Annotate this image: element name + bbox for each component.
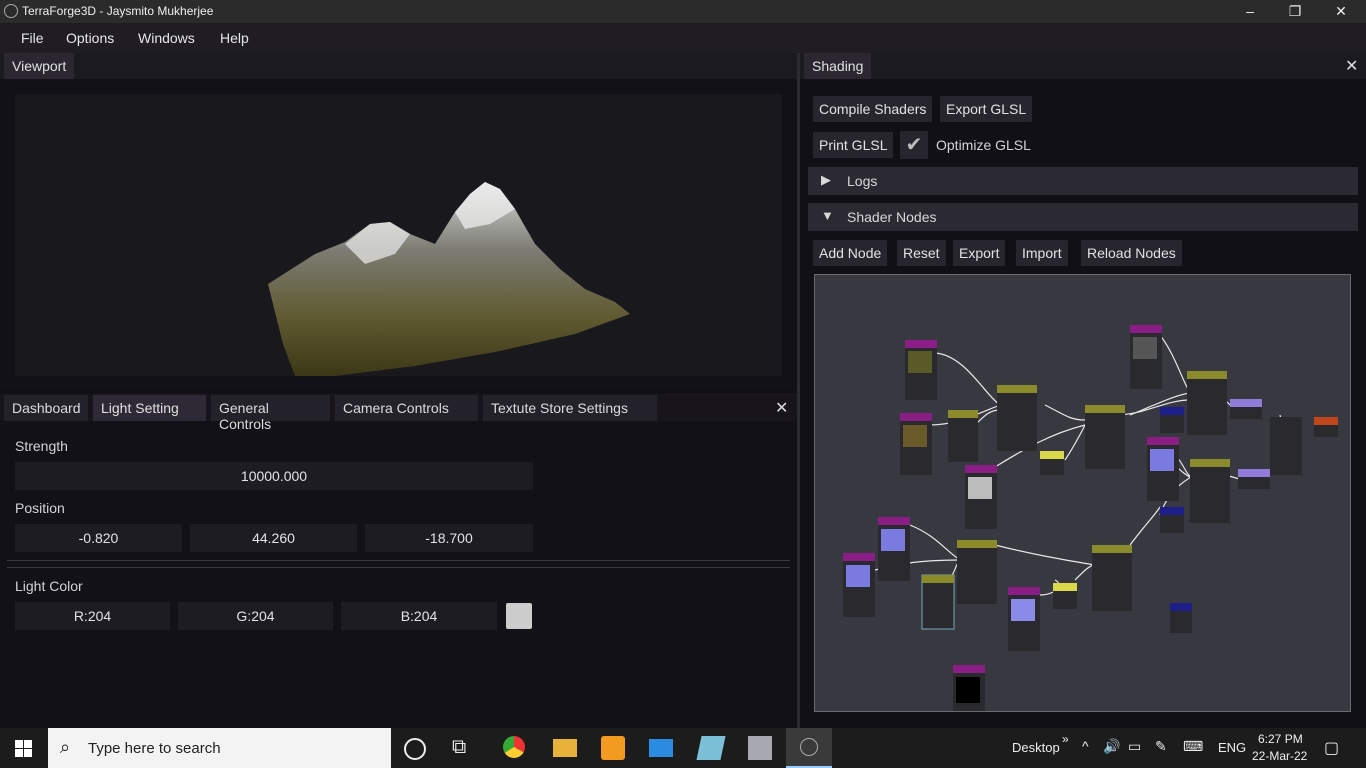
menu-help[interactable]: Help: [220, 30, 249, 46]
position-z-field[interactable]: -18.700: [365, 524, 533, 552]
reset-button[interactable]: Reset: [897, 240, 946, 266]
toolbar-expand-icon[interactable]: »: [1062, 732, 1069, 746]
tab-light-setting[interactable]: Light Setting: [93, 395, 206, 421]
close-window-button[interactable]: ✕: [1318, 0, 1364, 23]
shading-panel: Shading ✕ Compile Shaders Export GLSL Pr…: [800, 53, 1366, 728]
logs-section-header[interactable]: ▶ Logs: [808, 167, 1358, 195]
strength-label: Strength: [15, 438, 68, 454]
tab-general-controls[interactable]: General Controls: [211, 395, 330, 432]
position-y-field[interactable]: 44.260: [190, 524, 357, 552]
tab-viewport[interactable]: Viewport: [4, 53, 75, 79]
tray-overflow-icon[interactable]: ^: [1082, 738, 1089, 754]
settings-panel: Dashboard Light Setting General Controls…: [0, 393, 797, 728]
terraforge-icon: [800, 738, 818, 756]
export-glsl-button[interactable]: Export GLSL: [940, 96, 1033, 122]
color-swatch[interactable]: [506, 603, 532, 629]
language-indicator[interactable]: ENG: [1218, 740, 1246, 755]
clock-date[interactable]: 22-Mar-22: [1252, 749, 1307, 763]
color-r-field[interactable]: R:204: [15, 602, 170, 630]
divider: [7, 567, 790, 568]
file-explorer-icon[interactable]: [553, 739, 577, 757]
clock-time[interactable]: 6:27 PM: [1258, 732, 1303, 746]
viewport-panel: Viewport: [0, 53, 797, 391]
color-g-field[interactable]: G:204: [178, 602, 333, 630]
network-icon[interactable]: ▭: [1128, 738, 1141, 755]
shader-nodes-label: Shader Nodes: [847, 209, 937, 225]
minimize-button[interactable]: –: [1227, 0, 1273, 23]
divider: [7, 560, 790, 561]
position-label: Position: [15, 500, 65, 516]
app-icon[interactable]: [696, 736, 726, 760]
terraforge-taskbar-button[interactable]: [786, 728, 832, 768]
compile-shaders-button[interactable]: Compile Shaders: [813, 96, 933, 122]
app-icon[interactable]: [748, 736, 772, 760]
windows-start-icon[interactable]: [15, 740, 32, 757]
collapse-arrow-icon: ▼: [821, 208, 834, 223]
taskbar-search-box[interactable]: ⌕ Type here to search: [48, 728, 391, 768]
restore-button[interactable]: ❐: [1272, 0, 1318, 23]
search-placeholder: Type here to search: [88, 740, 221, 757]
add-node-button[interactable]: Add Node: [813, 240, 888, 266]
title-bar: TerraForge3D - Jaysmito Mukherjee – ❐ ✕: [0, 0, 1366, 23]
tab-camera-controls[interactable]: Camera Controls: [335, 395, 478, 421]
app-logo-icon: [4, 4, 18, 18]
tab-shading[interactable]: Shading: [804, 53, 872, 79]
node-editor-canvas[interactable]: [814, 274, 1351, 712]
color-b-field[interactable]: B:204: [341, 602, 497, 630]
task-view-icon[interactable]: ⧉: [452, 736, 476, 760]
taskbar: ⌕ Type here to search ⧉ Desktop » ^ 🔊 ▭ …: [0, 728, 1366, 768]
logs-label: Logs: [847, 173, 878, 189]
terrain-render-image: [268, 182, 630, 376]
mail-icon[interactable]: [649, 739, 673, 757]
menu-windows[interactable]: Windows: [138, 30, 195, 46]
light-color-label: Light Color: [15, 578, 83, 594]
strength-field[interactable]: 10000.000: [15, 462, 533, 490]
import-nodes-button[interactable]: Import: [1016, 240, 1068, 266]
notification-icon[interactable]: ▢: [1324, 738, 1339, 758]
volume-icon[interactable]: 🔊: [1103, 738, 1120, 755]
tab-texture-store-settings[interactable]: Textute Store Settings: [483, 395, 657, 421]
shader-nodes-section-header[interactable]: ▼ Shader Nodes: [808, 203, 1358, 231]
node-graph: [843, 325, 1338, 711]
menu-options[interactable]: Options: [66, 30, 114, 46]
menu-bar: File Options Windows Help: [0, 23, 1366, 53]
tab-dashboard[interactable]: Dashboard: [4, 395, 88, 421]
menu-file[interactable]: File: [21, 30, 44, 46]
pen-icon[interactable]: ✎: [1155, 738, 1167, 755]
optimize-glsl-label: Optimize GLSL: [936, 137, 1031, 153]
print-glsl-button[interactable]: Print GLSL: [813, 132, 894, 158]
keyboard-icon[interactable]: ⌨: [1183, 738, 1203, 755]
search-icon: ⌕: [60, 737, 71, 757]
desktop-toolbar-label[interactable]: Desktop: [1012, 740, 1060, 755]
chrome-icon[interactable]: [503, 736, 525, 758]
sublime-text-icon[interactable]: [601, 736, 625, 760]
export-nodes-button[interactable]: Export: [953, 240, 1006, 266]
viewport-render[interactable]: [15, 94, 782, 376]
expand-arrow-icon: ▶: [821, 172, 831, 187]
position-x-field[interactable]: -0.820: [15, 524, 182, 552]
close-shading-button[interactable]: ✕: [1345, 56, 1358, 76]
optimize-glsl-checkbox[interactable]: ✔: [900, 131, 928, 159]
cortana-icon[interactable]: [404, 738, 426, 760]
window-title: TerraForge3D - Jaysmito Mukherjee: [22, 4, 214, 18]
close-tabs-button[interactable]: ✕: [775, 398, 788, 418]
reload-nodes-button[interactable]: Reload Nodes: [1081, 240, 1182, 266]
